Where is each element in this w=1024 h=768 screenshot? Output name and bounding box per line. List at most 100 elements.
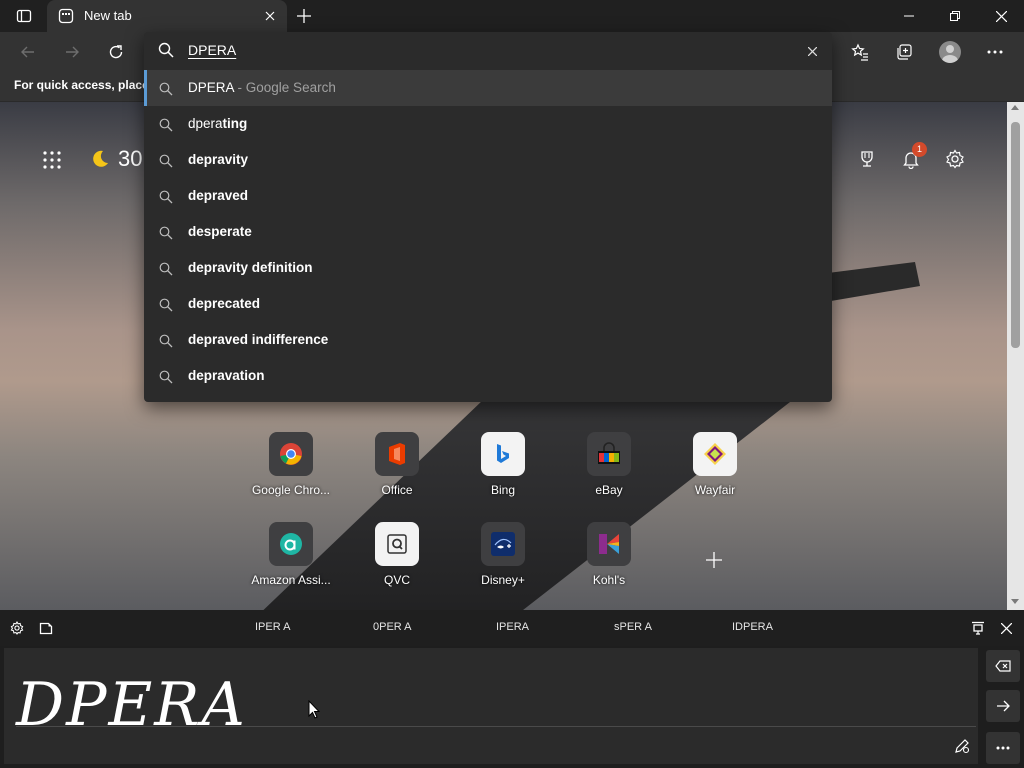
favorites-bar-hint: For quick access, place y [14,78,159,92]
wayfair-icon [704,443,726,465]
quick-link-label: Disney+ [481,573,525,587]
search-icon [159,333,173,352]
quick-link-tile [269,432,313,476]
handwriting-candidate[interactable]: IPERA [496,621,529,633]
minimize-icon [904,15,914,17]
add-quick-link-button[interactable] [702,548,726,572]
close-icon [807,46,817,56]
quick-link-tile [693,432,737,476]
quick-link-office[interactable]: Office [344,432,450,497]
quick-link-tile [375,432,419,476]
quick-link-label: Google Chro... [251,483,331,497]
more-horizontal-icon [996,746,1010,750]
settings-more-button[interactable] [980,37,1010,67]
chrome-icon [280,443,302,465]
weather-temperature: 30 [118,146,143,171]
search-icon [159,369,173,388]
suggestion-completion: depraved indifference [188,332,329,347]
title-bar: New tab [0,0,1024,32]
rewards-button[interactable] [854,146,880,172]
minimize-button[interactable] [886,0,932,32]
mouse-cursor-icon [308,699,321,723]
suggestion-item[interactable]: depravity definition [144,250,832,286]
scroll-up-arrow-icon[interactable] [1011,105,1019,110]
address-bar-input[interactable]: DPERA [188,42,236,58]
forward-button[interactable] [58,38,86,66]
quick-link-kohls[interactable]: Kohl's [556,522,662,587]
tab-actions-icon [16,9,32,23]
tab-new-tab[interactable]: New tab [47,0,287,32]
suggestion-item[interactable]: depravation [144,358,832,394]
handwriting-candidate[interactable]: sPER A [614,621,652,633]
clear-address-button[interactable] [804,43,820,59]
suggestion-item[interactable]: deprecated [144,286,832,322]
quick-link-qvc[interactable]: QVC [344,522,450,587]
suggestion-completion: deprecated [188,296,261,311]
suggestion-item[interactable]: depravity [144,142,832,178]
handwriting-ink: DPERA [16,670,247,740]
favorites-button[interactable] [845,37,875,67]
handwriting-settings-button[interactable] [7,618,27,638]
notifications-button[interactable]: 1 [898,142,927,172]
suggestion-item[interactable]: depraved [144,178,832,214]
tab-close-button[interactable] [262,8,278,24]
quick-link-amazon-assistant[interactable]: Amazon Assi... [238,522,344,587]
close-icon [1000,622,1012,634]
handwriting-canvas[interactable]: DPERA [4,648,978,764]
suggestion-list: DPERA - Google Search dperating depravit… [144,70,832,394]
pen-settings-button[interactable] [952,736,972,756]
emoji-button[interactable] [36,618,56,638]
suggestion-completion: desperate [188,224,252,239]
tab-actions-menu-button[interactable] [8,5,40,27]
search-icon [159,81,173,100]
scrollbar-thumb[interactable] [1011,122,1020,348]
refresh-button[interactable] [102,38,130,66]
more-options-button[interactable] [986,732,1020,764]
ebay-icon [598,442,620,464]
back-button[interactable] [14,38,42,66]
search-icon [159,261,173,280]
suggestion-completion: depravity [188,152,249,167]
close-keyboard-button[interactable] [996,618,1016,638]
handwriting-candidate[interactable]: IPER A [255,621,290,633]
search-icon [159,297,173,316]
app-launcher-button[interactable] [40,148,64,172]
backspace-button[interactable] [986,650,1020,682]
window-close-button[interactable] [978,0,1024,32]
suggestion-item[interactable]: dperating [144,106,832,142]
page-settings-button[interactable] [942,146,968,172]
quick-link-wayfair[interactable]: Wayfair [662,432,768,497]
handwriting-candidate[interactable]: IDPERA [732,621,773,633]
quick-link-tile [587,522,631,566]
quick-link-ebay[interactable]: eBay [556,432,662,497]
plus-icon [297,9,311,23]
office-icon [389,443,405,465]
pen-icon [955,739,970,754]
handwriting-candidate-bar: IPER A 0PER A IPERA sPER A IDPERA [0,610,1024,646]
moon-icon [93,150,108,167]
weather-widget[interactable]: 30 [90,146,142,172]
scroll-down-arrow-icon[interactable] [1011,599,1019,604]
suggestion-completion: depravation [188,368,265,383]
suggestion-completion: ting [222,116,248,131]
handwriting-candidate[interactable]: 0PER A [373,621,412,633]
enter-button[interactable] [986,690,1020,722]
quick-link-tile [481,432,525,476]
suggestion-item[interactable]: depraved indifference [144,322,832,358]
quick-link-google-chrome[interactable]: Google Chro... [238,432,344,497]
new-tab-button[interactable] [292,5,316,27]
quick-link-bing[interactable]: Bing [450,432,556,497]
suggestion-item[interactable]: DPERA - Google Search [144,70,832,106]
quick-link-disney-plus[interactable]: Disney+ [450,522,556,587]
profile-button[interactable] [935,37,965,67]
address-bar[interactable]: DPERA [144,32,832,70]
backspace-icon [995,660,1011,672]
close-icon [265,11,275,21]
undock-keyboard-button[interactable] [968,618,988,638]
restore-button[interactable] [932,0,978,32]
page-scrollbar[interactable] [1007,102,1024,610]
collections-button[interactable] [889,37,919,67]
quick-links: Google Chro... Office Bing eBay Wayfair [238,432,798,592]
qvc-icon [387,534,407,554]
suggestion-item[interactable]: desperate [144,214,832,250]
